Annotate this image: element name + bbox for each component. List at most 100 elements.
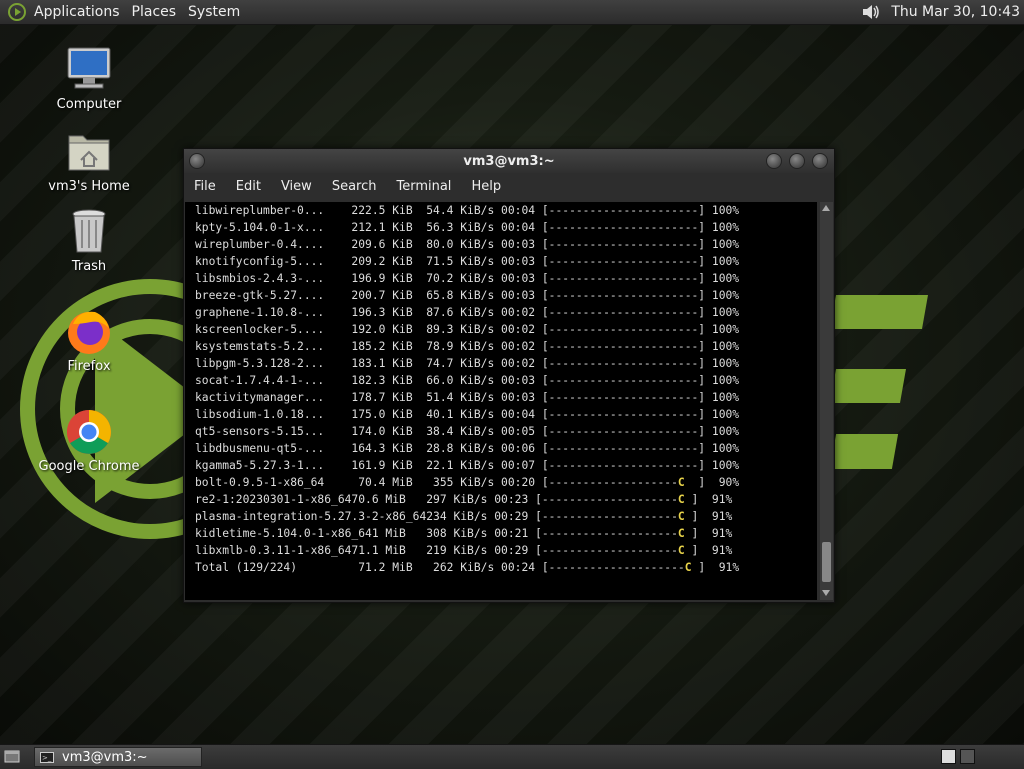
terminal-text: kscreenlocker-5.... 192.0 KiB 89.3 KiB/s… bbox=[195, 323, 740, 336]
terminal-window[interactable]: vm3@vm3:~ File Edit View Search Terminal… bbox=[183, 148, 835, 603]
terminal-text: ksystemstats-5.2... 185.2 KiB 78.9 KiB/s… bbox=[195, 340, 740, 353]
maximize-button[interactable] bbox=[789, 153, 805, 169]
terminal-text: plasma-integration-5.27.3-2-x86_64234 Ki… bbox=[195, 510, 678, 523]
desktop-icon-home[interactable]: vm3's Home bbox=[34, 128, 144, 194]
terminal-text: libwireplumber-0... 222.5 KiB 54.4 KiB/s… bbox=[195, 204, 740, 217]
menu-search[interactable]: Search bbox=[322, 179, 387, 194]
progress-marker: C bbox=[677, 510, 685, 523]
progress-marker: C bbox=[677, 544, 685, 557]
desktop-icon-trash[interactable]: Trash bbox=[34, 208, 144, 274]
terminal-text: libpgm-5.3.128-2... 183.1 KiB 74.7 KiB/s… bbox=[195, 357, 740, 370]
scroll-down-arrow-icon[interactable] bbox=[822, 590, 830, 596]
terminal-text: kactivitymanager... 178.7 KiB 51.4 KiB/s… bbox=[195, 391, 740, 404]
terminal-scrollbar[interactable] bbox=[820, 202, 833, 600]
panel-tray: Thu Mar 30, 10:43 bbox=[861, 0, 1020, 24]
computer-icon bbox=[65, 46, 113, 94]
taskbar-terminal-label: vm3@vm3:~ bbox=[62, 749, 148, 765]
terminal-line: libsmbios-2.4.3-... 196.9 KiB 70.2 KiB/s… bbox=[185, 270, 817, 287]
home-folder-icon bbox=[65, 128, 113, 176]
terminal-line: libsodium-1.0.18... 175.0 KiB 40.1 KiB/s… bbox=[185, 406, 817, 423]
terminal-text: bolt-0.9.5-1-x86_64 70.4 MiB 355 KiB/s 0… bbox=[195, 476, 678, 489]
places-menu[interactable]: Places bbox=[130, 4, 185, 20]
desktop-icon-label: Google Chrome bbox=[38, 459, 140, 474]
terminal-line: kactivitymanager... 178.7 KiB 51.4 KiB/s… bbox=[185, 389, 817, 406]
taskbar-terminal-button[interactable]: >_ vm3@vm3:~ bbox=[34, 747, 202, 767]
progress-marker: C bbox=[677, 476, 685, 489]
terminal-text: libxmlb-0.3.11-1-x86_6471.1 MiB 219 KiB/… bbox=[195, 544, 678, 557]
terminal-line: Total (129/224) 71.2 MiB 262 KiB/s 00:24… bbox=[185, 559, 817, 576]
terminal-text: libdbusmenu-qt5-... 164.3 KiB 28.8 KiB/s… bbox=[195, 442, 740, 455]
close-button[interactable] bbox=[812, 153, 828, 169]
desktop-icon-chrome[interactable]: Google Chrome bbox=[34, 408, 144, 474]
menu-file[interactable]: File bbox=[184, 179, 226, 194]
terminal-line: libdbusmenu-qt5-... 164.3 KiB 28.8 KiB/s… bbox=[185, 440, 817, 457]
menu-terminal[interactable]: Terminal bbox=[386, 179, 461, 194]
terminal-text: ] 91% bbox=[684, 544, 733, 557]
terminal-line: graphene-1.10.8-... 196.3 KiB 87.6 KiB/s… bbox=[185, 304, 817, 321]
show-desktop-icon[interactable] bbox=[4, 749, 20, 763]
trash-icon bbox=[65, 208, 113, 256]
terminal-line: plasma-integration-5.27.3-2-x86_64234 Ki… bbox=[185, 508, 817, 525]
speaker-icon[interactable] bbox=[861, 3, 881, 21]
terminal-text: kpty-5.104.0-1-x... 212.1 KiB 56.3 KiB/s… bbox=[195, 221, 740, 234]
terminal-text: Total (129/224) 71.2 MiB 262 KiB/s 00:24… bbox=[195, 561, 685, 574]
terminal-line: kgamma5-5.27.3-1... 161.9 KiB 22.1 KiB/s… bbox=[185, 457, 817, 474]
terminal-line: kscreenlocker-5.... 192.0 KiB 89.3 KiB/s… bbox=[185, 321, 817, 338]
terminal-text: libsmbios-2.4.3-... 196.9 KiB 70.2 KiB/s… bbox=[195, 272, 740, 285]
terminal-text: ] 91% bbox=[684, 527, 733, 540]
terminal-text: ] 91% bbox=[684, 510, 733, 523]
workspace-2[interactable] bbox=[960, 749, 975, 764]
desktop-icon-computer[interactable]: Computer bbox=[34, 46, 144, 112]
scroll-up-arrow-icon[interactable] bbox=[822, 205, 830, 211]
terminal-icon: >_ bbox=[40, 751, 54, 763]
terminal-text: graphene-1.10.8-... 196.3 KiB 87.6 KiB/s… bbox=[195, 306, 740, 319]
minimize-button[interactable] bbox=[766, 153, 782, 169]
wallpaper-logo-letter bbox=[830, 369, 906, 403]
terminal-line: ksystemstats-5.2... 185.2 KiB 78.9 KiB/s… bbox=[185, 338, 817, 355]
workspace-1[interactable] bbox=[941, 749, 956, 764]
menu-help[interactable]: Help bbox=[461, 179, 511, 194]
scroll-thumb[interactable] bbox=[822, 542, 831, 582]
terminal-text: kidletime-5.104.0-1-x86_641 MiB 308 KiB/… bbox=[195, 527, 678, 540]
terminal-text: libsodium-1.0.18... 175.0 KiB 40.1 KiB/s… bbox=[195, 408, 740, 421]
terminal-text: ] 91% bbox=[691, 561, 740, 574]
desktop-icon-label: Firefox bbox=[67, 359, 111, 374]
terminal-line: breeze-gtk-5.27.... 200.7 KiB 65.8 KiB/s… bbox=[185, 287, 817, 304]
system-menu[interactable]: System bbox=[186, 4, 248, 20]
terminal-text: knotifyconfig-5.... 209.2 KiB 71.5 KiB/s… bbox=[195, 255, 740, 268]
terminal-text: kgamma5-5.27.3-1... 161.9 KiB 22.1 KiB/s… bbox=[195, 459, 740, 472]
terminal-line: knotifyconfig-5.... 209.2 KiB 71.5 KiB/s… bbox=[185, 253, 817, 270]
terminal-line: kidletime-5.104.0-1-x86_641 MiB 308 KiB/… bbox=[185, 525, 817, 542]
terminal-line: wireplumber-0.4.... 209.6 KiB 80.0 KiB/s… bbox=[185, 236, 817, 253]
menu-edit[interactable]: Edit bbox=[226, 179, 271, 194]
terminal-line: qt5-sensors-5.15... 174.0 KiB 38.4 KiB/s… bbox=[185, 423, 817, 440]
terminal-text: wireplumber-0.4.... 209.6 KiB 80.0 KiB/s… bbox=[195, 238, 740, 251]
terminal-line: kpty-5.104.0-1-x... 212.1 KiB 56.3 KiB/s… bbox=[185, 219, 817, 236]
terminal-line: libxmlb-0.3.11-1-x86_6471.1 MiB 219 KiB/… bbox=[185, 542, 817, 559]
terminal-line: bolt-0.9.5-1-x86_64 70.4 MiB 355 KiB/s 0… bbox=[185, 474, 817, 491]
bottom-panel: >_ vm3@vm3:~ bbox=[0, 744, 1024, 769]
wallpaper-logo-letter bbox=[829, 434, 899, 469]
terminal-line: libpgm-5.3.128-2... 183.1 KiB 74.7 KiB/s… bbox=[185, 355, 817, 372]
terminal-text: socat-1.7.4.4-1-... 182.3 KiB 66.0 KiB/s… bbox=[195, 374, 740, 387]
progress-marker: C bbox=[684, 561, 692, 574]
applications-menu[interactable]: Applications bbox=[32, 4, 128, 20]
desktop-icon-firefox[interactable]: Firefox bbox=[34, 308, 144, 374]
wallpaper-logo-letter bbox=[830, 295, 928, 329]
terminal-text: qt5-sensors-5.15... 174.0 KiB 38.4 KiB/s… bbox=[195, 425, 740, 438]
distro-logo-icon[interactable] bbox=[8, 3, 26, 21]
terminal-text: ] 91% bbox=[684, 493, 733, 506]
menu-view[interactable]: View bbox=[271, 179, 322, 194]
window-titlebar[interactable]: vm3@vm3:~ bbox=[184, 149, 834, 173]
terminal-menubar: File Edit View Search Terminal Help bbox=[184, 173, 834, 199]
clock[interactable]: Thu Mar 30, 10:43 bbox=[891, 4, 1020, 20]
progress-marker: C bbox=[677, 493, 685, 506]
window-title: vm3@vm3:~ bbox=[463, 153, 555, 169]
desktop-icon-label: Computer bbox=[56, 97, 122, 112]
window-menu-button[interactable] bbox=[189, 153, 205, 169]
terminal-line: socat-1.7.4.4-1-... 182.3 KiB 66.0 KiB/s… bbox=[185, 372, 817, 389]
top-panel: Applications Places System Thu Mar 30, 1… bbox=[0, 0, 1024, 25]
terminal-output[interactable]: libwireplumber-0... 222.5 KiB 54.4 KiB/s… bbox=[185, 202, 817, 600]
terminal-text: re2-1:20230301-1-x86_6470.6 MiB 297 KiB/… bbox=[195, 493, 678, 506]
progress-marker: C bbox=[677, 527, 685, 540]
